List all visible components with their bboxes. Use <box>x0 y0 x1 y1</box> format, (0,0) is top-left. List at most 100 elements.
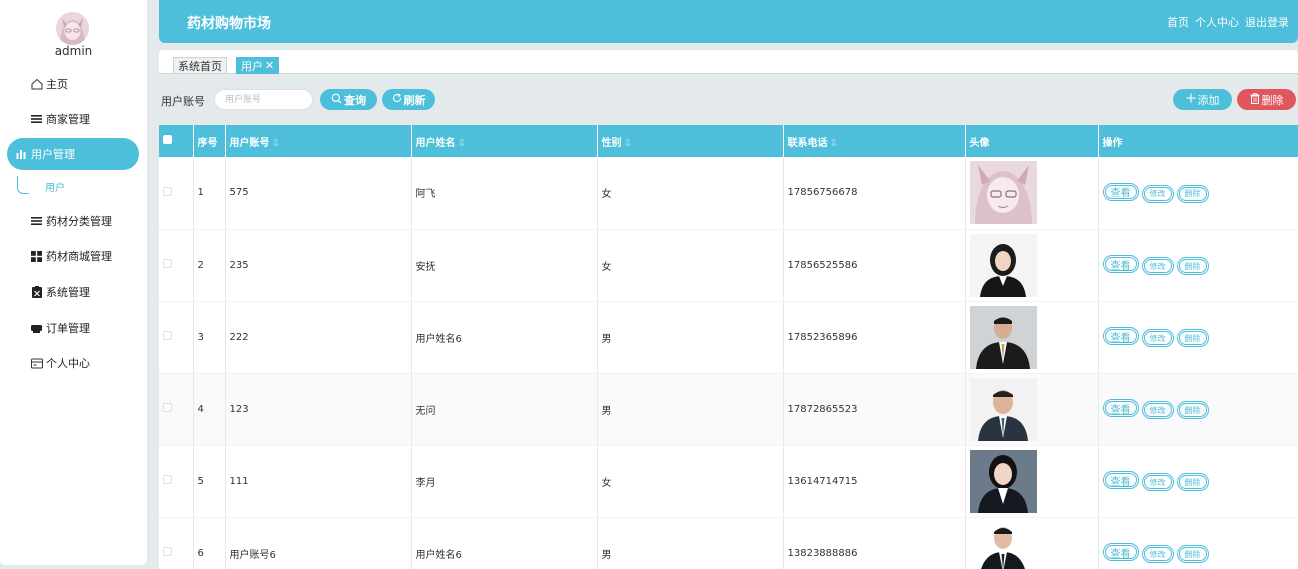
sidebar-item-orders[interactable]: 订单管理 <box>0 312 147 344</box>
view-button[interactable]: 查看 <box>1102 182 1139 201</box>
cell-avatar <box>965 517 1099 569</box>
sort-icon[interactable]: ⇳ <box>458 138 466 149</box>
delete-button[interactable]: 删除 <box>1176 184 1209 203</box>
view-button[interactable]: 查看 <box>1102 255 1139 273</box>
header-link-home[interactable]: 首页 <box>1167 14 1189 30</box>
row-select-cell <box>159 229 194 302</box>
cell-gender: 女 <box>597 157 784 230</box>
cell-gender: 男 <box>597 373 784 446</box>
cell-account: 用户账号6 <box>225 517 412 569</box>
row-checkbox[interactable] <box>163 259 172 268</box>
view-button[interactable]: 查看 <box>1102 327 1139 345</box>
user-avatar-image <box>969 161 1037 225</box>
sidebar-item-label: 个人中心 <box>46 357 90 370</box>
row-checkbox[interactable] <box>163 331 172 340</box>
sort-icon[interactable]: ⇳ <box>272 138 280 149</box>
bar-chart-icon <box>15 148 28 161</box>
sort-icon[interactable]: ⇳ <box>624 138 632 149</box>
cell-gender: 女 <box>597 229 784 302</box>
header-link-logout[interactable]: 退出登录 <box>1245 14 1289 30</box>
sidebar: admin 主页 商家管理 用户管理 用户 药材分类管理 药材商城管理 系统管理… <box>0 0 147 565</box>
sidebar-item-label: 订单管理 <box>46 322 90 335</box>
cell-avatar <box>965 229 1099 302</box>
edit-button[interactable]: 修改 <box>1141 257 1174 275</box>
sidebar-item-mall[interactable]: 药材商城管理 <box>0 240 147 272</box>
plus-icon <box>1186 93 1196 106</box>
cell-gender: 男 <box>597 517 784 569</box>
row-select-cell <box>159 157 194 230</box>
table-row[interactable]: 2 235 安抚女 17856525586 查看 修改 删除 <box>159 229 1298 302</box>
row-checkbox[interactable] <box>163 475 172 484</box>
view-button[interactable]: 查看 <box>1102 399 1139 417</box>
edit-button[interactable]: 修改 <box>1141 184 1174 203</box>
cell-actions: 查看 修改 删除 <box>1098 445 1298 518</box>
header-name[interactable]: 用户姓名 ⇳ <box>411 125 598 157</box>
refresh-button[interactable]: 刷新 <box>382 89 435 110</box>
sidebar-subitem-user[interactable]: 用户 <box>0 174 147 198</box>
delete-label: 删除 <box>1261 93 1284 107</box>
row-select-cell <box>159 373 194 446</box>
table-row[interactable]: 6 用户账号6 用户姓名6 男 13823888886 查看 修改 删除 <box>159 517 1298 569</box>
edit-button[interactable]: 修改 <box>1141 329 1174 347</box>
tab-label: 用户 <box>241 59 263 73</box>
cell-actions: 查看 修改 删除 <box>1098 301 1298 374</box>
edit-button[interactable]: 修改 <box>1141 401 1174 419</box>
sidebar-item-system[interactable]: 系统管理 <box>0 276 147 308</box>
row-checkbox[interactable] <box>163 547 172 556</box>
table-row[interactable]: 1 575 阿飞女 17856756678 查看 修改 删除 <box>159 157 1298 230</box>
admin-avatar[interactable] <box>56 12 89 45</box>
edit-button[interactable]: 修改 <box>1141 473 1174 491</box>
user-avatar-image <box>969 377 1037 441</box>
select-all-checkbox[interactable] <box>163 135 172 144</box>
cell-index: 3 <box>193 301 226 374</box>
cell-avatar <box>965 445 1099 518</box>
card-icon <box>30 357 43 370</box>
row-checkbox[interactable] <box>163 186 172 196</box>
cell-name: 无问 <box>411 373 598 446</box>
view-button[interactable]: 查看 <box>1102 543 1139 561</box>
refresh-icon <box>392 93 402 106</box>
table-row[interactable]: 3 222 用户姓名6 男 17852365896 查看 修改 删除 <box>159 301 1298 374</box>
app-title: 药材购物市场 <box>187 16 271 32</box>
delete-button[interactable]: 删除 <box>1176 401 1209 419</box>
sidebar-item-home[interactable]: 主页 <box>0 68 147 100</box>
user-avatar-image <box>969 305 1037 369</box>
cell-index: 6 <box>193 517 226 569</box>
batch-delete-button[interactable]: 删除 <box>1237 89 1296 110</box>
cell-index: 1 <box>193 157 226 230</box>
delete-button[interactable]: 删除 <box>1176 257 1209 275</box>
username: admin <box>54 44 93 58</box>
sidebar-item-category[interactable]: 药材分类管理 <box>0 205 147 237</box>
header-gender[interactable]: 性别 ⇳ <box>597 125 784 157</box>
delete-button[interactable]: 删除 <box>1176 329 1209 347</box>
query-button[interactable]: 查询 <box>320 89 377 110</box>
cell-actions: 查看 修改 删除 <box>1098 517 1298 569</box>
header-phone[interactable]: 联系电话 ⇳ <box>783 125 966 157</box>
cell-name: 阿飞 <box>411 157 598 230</box>
sort-icon[interactable]: ⇳ <box>830 138 838 149</box>
sidebar-item-user-management[interactable]: 用户管理 <box>7 138 139 170</box>
edit-button[interactable]: 修改 <box>1141 545 1174 563</box>
cell-actions: 查看 修改 删除 <box>1098 373 1298 446</box>
cell-account: 123 <box>225 373 412 446</box>
tab-system-home[interactable]: 系统首页 <box>173 57 227 74</box>
header-link-personal[interactable]: 个人中心 <box>1195 14 1239 30</box>
sidebar-item-merchant[interactable]: 商家管理 <box>0 103 147 135</box>
header-account[interactable]: 用户账号 ⇳ <box>225 125 412 157</box>
tab-user[interactable]: 用户 ✕ <box>236 57 280 74</box>
account-search-input[interactable] <box>214 89 313 110</box>
delete-button[interactable]: 删除 <box>1176 473 1209 491</box>
sidebar-item-label: 药材分类管理 <box>46 215 112 228</box>
user-avatar-image <box>969 449 1037 513</box>
add-button[interactable]: 添加 <box>1173 89 1232 110</box>
header-index: 序号 <box>193 125 226 157</box>
table-row[interactable]: 5 111 李月女 13614714715 查看 修改 删除 <box>159 445 1298 518</box>
sidebar-item-personal[interactable]: 个人中心 <box>0 347 147 379</box>
delete-button[interactable]: 删除 <box>1176 545 1209 563</box>
view-button[interactable]: 查看 <box>1102 471 1139 489</box>
tabs-bar: 系统首页 用户 ✕ <box>159 50 1298 74</box>
close-icon[interactable]: ✕ <box>265 59 274 72</box>
row-checkbox[interactable] <box>163 403 172 412</box>
table-row[interactable]: 4 123 无问男 17872865523 查看 修改 删除 <box>159 373 1298 446</box>
cell-account: 235 <box>225 229 412 302</box>
